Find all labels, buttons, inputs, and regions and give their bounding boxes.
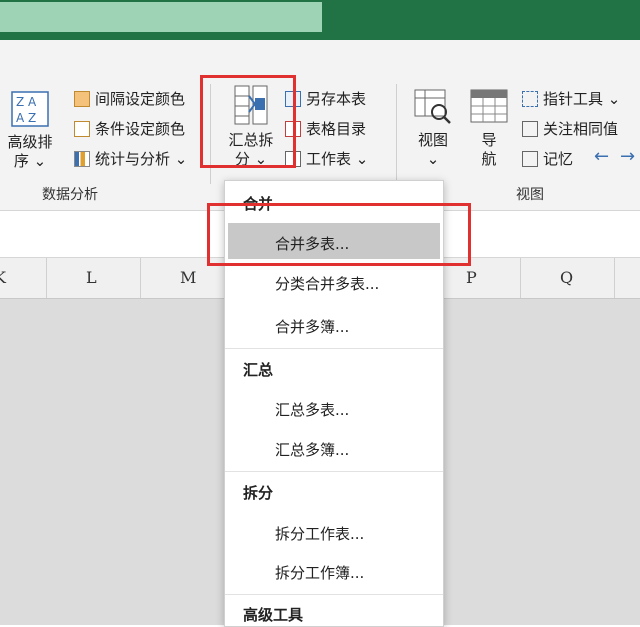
view-button[interactable]: 视图 ⌄ xyxy=(410,86,456,169)
back-arrow-icon[interactable]: ← xyxy=(594,146,609,167)
memory-button[interactable]: 记忆 xyxy=(522,148,573,169)
menu-section-summary: 汇总 xyxy=(243,361,274,379)
sort-label-2: 序 ⌄ xyxy=(13,152,47,170)
view-magnifier-icon xyxy=(414,89,451,124)
sort-az-icon: Z A A Z xyxy=(11,91,49,127)
pointer-tool-icon xyxy=(522,90,538,107)
condition-color-button[interactable]: 条件设定颜色 xyxy=(74,118,185,139)
save-sheet-label: 另存本表 xyxy=(306,90,367,108)
interval-color-label: 间隔设定颜色 xyxy=(95,90,186,108)
color-grid-icon xyxy=(74,90,90,107)
title-bar xyxy=(0,0,640,40)
column-header-q[interactable]: Q xyxy=(560,268,573,287)
active-tab[interactable] xyxy=(0,2,322,32)
worksheet-label: 工作表 ⌄ xyxy=(306,150,369,168)
column-divider xyxy=(46,258,47,298)
svg-text:A Z: A Z xyxy=(16,111,36,125)
menu-section-advanced-tools: 高级工具 xyxy=(243,606,304,624)
navigation-table-icon xyxy=(470,89,508,123)
navigation-label-1: 导 xyxy=(481,131,497,149)
advanced-sort-button[interactable]: Z A A Z 高级排 序 ⌄ xyxy=(4,90,56,171)
column-header-m[interactable]: M xyxy=(180,268,196,287)
column-header-l[interactable]: L xyxy=(86,268,97,287)
focus-same-value-label: 关注相同值 xyxy=(543,120,619,138)
view-label-2: ⌄ xyxy=(426,150,440,168)
column-divider xyxy=(520,258,521,298)
menu-divider xyxy=(225,594,443,595)
table-directory-label: 表格目录 xyxy=(306,120,367,138)
menu-item-merge-workbooks[interactable]: 合并多簿... xyxy=(275,316,349,337)
column-divider xyxy=(140,258,141,298)
pointer-tool-label: 指针工具 ⌄ xyxy=(543,90,621,108)
column-header-p[interactable]: P xyxy=(466,268,477,287)
view-group-label: 视图 xyxy=(516,187,544,203)
condition-color-label: 条件设定颜色 xyxy=(95,120,186,138)
pointer-tool-button[interactable]: 指针工具 ⌄ xyxy=(522,88,620,109)
grid-line xyxy=(140,299,141,625)
column-header-k[interactable]: K xyxy=(0,268,6,287)
column-divider xyxy=(614,258,615,298)
menu-divider xyxy=(225,348,443,349)
worksheet-button[interactable]: 工作表 ⌄ xyxy=(285,148,368,169)
memory-label: 记忆 xyxy=(543,150,574,168)
table-directory-button[interactable]: 表格目录 xyxy=(285,118,366,139)
sort-label-1: 高级排 xyxy=(7,133,53,151)
grid-line xyxy=(614,299,615,625)
grid-line xyxy=(46,299,47,625)
menu-divider xyxy=(225,471,443,472)
interval-color-button[interactable]: 间隔设定颜色 xyxy=(74,88,185,109)
data-analysis-group-label: 数据分析 xyxy=(42,187,98,203)
grid-line xyxy=(520,299,521,625)
stats-analysis-label: 统计与分析 ⌄ xyxy=(95,150,188,168)
ribbon-separator xyxy=(396,84,397,184)
highlight-box-merge-sheets xyxy=(207,203,471,266)
navigation-button[interactable]: 导 航 xyxy=(468,86,510,169)
menu-item-split-workbook[interactable]: 拆分工作簿... xyxy=(275,562,364,583)
navigation-label-2: 航 xyxy=(481,150,497,168)
save-sheet-button[interactable]: 另存本表 xyxy=(285,88,366,109)
svg-text:Z A: Z A xyxy=(16,95,37,109)
forward-arrow-icon[interactable]: → xyxy=(620,146,635,167)
memory-icon xyxy=(522,150,538,167)
menu-item-summary-workbooks[interactable]: 汇总多簿... xyxy=(275,439,349,460)
stats-icon xyxy=(74,150,90,167)
highlight-box-merge-button xyxy=(200,75,296,168)
view-label-1: 视图 xyxy=(417,131,448,149)
condition-color-icon xyxy=(74,120,90,137)
focus-same-value-button[interactable]: 关注相同值 xyxy=(522,118,618,139)
stats-analysis-button[interactable]: 统计与分析 ⌄ xyxy=(74,148,187,169)
menu-item-split-worksheet[interactable]: 拆分工作表... xyxy=(275,523,364,544)
focus-same-value-icon xyxy=(522,120,538,137)
menu-item-category-merge-sheets[interactable]: 分类合并多表... xyxy=(275,273,379,294)
menu-section-split: 拆分 xyxy=(243,484,274,502)
menu-item-summary-sheets[interactable]: 汇总多表... xyxy=(275,399,349,420)
